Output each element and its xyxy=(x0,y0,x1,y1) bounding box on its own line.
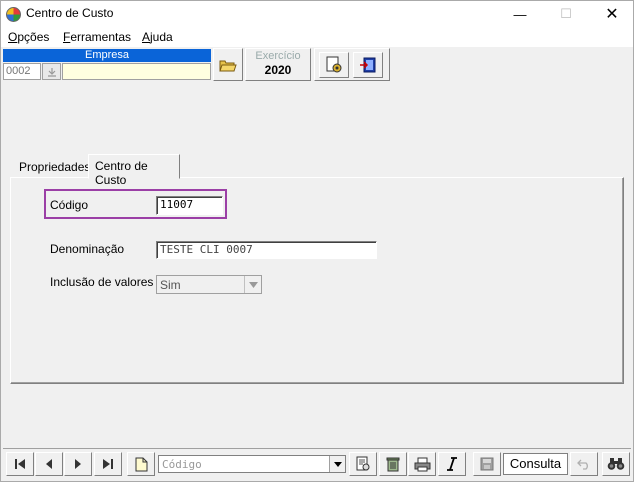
menu-label: erramentas xyxy=(70,30,132,44)
prev-record-button[interactable] xyxy=(35,452,63,476)
search-input[interactable] xyxy=(159,456,327,472)
empresa-code-input[interactable]: 0002 xyxy=(3,63,41,80)
app-logo-icon xyxy=(6,7,21,22)
empresa-header: Empresa xyxy=(3,49,211,62)
menu-label: pções xyxy=(17,30,50,44)
exercicio-label: Exercício xyxy=(255,50,301,62)
last-record-icon xyxy=(103,459,113,469)
open-folder-button[interactable] xyxy=(213,48,243,81)
inclusao-dropdown-arrow[interactable] xyxy=(244,276,261,293)
search-combo[interactable] xyxy=(158,455,346,473)
empresa-name-field xyxy=(62,63,211,80)
prev-record-icon xyxy=(46,459,52,469)
search-dropdown-button[interactable] xyxy=(329,456,345,472)
chevron-down-icon xyxy=(333,461,342,467)
inclusao-label: Inclusão de valores ? xyxy=(50,275,164,289)
exit-button[interactable] xyxy=(353,52,383,78)
menu-label: juda xyxy=(150,30,173,44)
tab-centro-de-custo[interactable]: Centro de Custo xyxy=(88,154,180,187)
trash-icon xyxy=(386,457,400,472)
exit-door-icon xyxy=(360,57,376,73)
menu-bar: Opções Ferramentas Ajuda xyxy=(1,27,633,47)
title-bar: Centro de Custo — ☐ ✕ xyxy=(1,1,633,27)
app-window: Centro de Custo — ☐ ✕ Opções Ferramentas… xyxy=(0,0,634,482)
menu-mnemonic: A xyxy=(142,30,151,44)
tab-propriedades[interactable]: Propriedades xyxy=(15,158,94,177)
denominacao-label: Denominação xyxy=(50,242,125,256)
find-button[interactable] xyxy=(602,452,630,476)
tools-button[interactable] xyxy=(319,52,349,78)
italic-button[interactable] xyxy=(438,452,466,476)
maximize-button[interactable]: ☐ xyxy=(543,1,589,27)
save-button[interactable] xyxy=(473,452,501,476)
binoculars-icon xyxy=(607,458,625,470)
close-button[interactable]: ✕ xyxy=(589,1,634,27)
denominacao-input[interactable]: TESTE CLI 0007 xyxy=(156,241,377,259)
exercicio-box: Exercício 2020 xyxy=(245,48,311,81)
undo-button[interactable] xyxy=(570,452,598,476)
exercicio-year: 2020 xyxy=(264,63,292,77)
menu-opcoes[interactable]: Opções xyxy=(8,30,49,44)
undo-icon xyxy=(577,459,588,470)
chevron-down-icon xyxy=(248,281,258,288)
empresa-dropdown-button[interactable] xyxy=(42,63,61,80)
menu-ferramentas[interactable]: Ferramentas xyxy=(63,30,131,44)
minimize-button[interactable]: — xyxy=(497,1,543,27)
gear-document-icon xyxy=(326,56,342,73)
menu-ajuda[interactable]: Ajuda xyxy=(142,30,173,44)
find-document-icon xyxy=(356,456,370,471)
delete-button[interactable] xyxy=(379,452,407,476)
first-record-button[interactable] xyxy=(6,452,34,476)
codigo-label: Código xyxy=(50,198,89,212)
last-record-button[interactable] xyxy=(94,452,122,476)
print-button[interactable] xyxy=(408,452,436,476)
menu-mnemonic: O xyxy=(8,30,18,44)
next-record-button[interactable] xyxy=(64,452,92,476)
new-record-button[interactable] xyxy=(127,452,155,476)
next-record-icon xyxy=(75,459,81,469)
open-folder-icon xyxy=(219,60,237,71)
mode-indicator: Consulta xyxy=(503,453,568,475)
first-record-icon xyxy=(15,459,25,469)
printer-icon xyxy=(414,457,430,471)
italic-icon xyxy=(447,457,457,471)
window-title: Centro de Custo xyxy=(26,6,114,20)
new-document-icon xyxy=(135,457,147,471)
down-arrow-icon xyxy=(47,67,56,77)
inclusao-select[interactable]: Sim xyxy=(156,275,262,294)
search-button[interactable] xyxy=(349,452,377,476)
save-icon xyxy=(480,457,494,471)
inclusao-selected-value: Sim xyxy=(160,278,181,292)
codigo-input[interactable]: 11007 xyxy=(156,196,223,215)
